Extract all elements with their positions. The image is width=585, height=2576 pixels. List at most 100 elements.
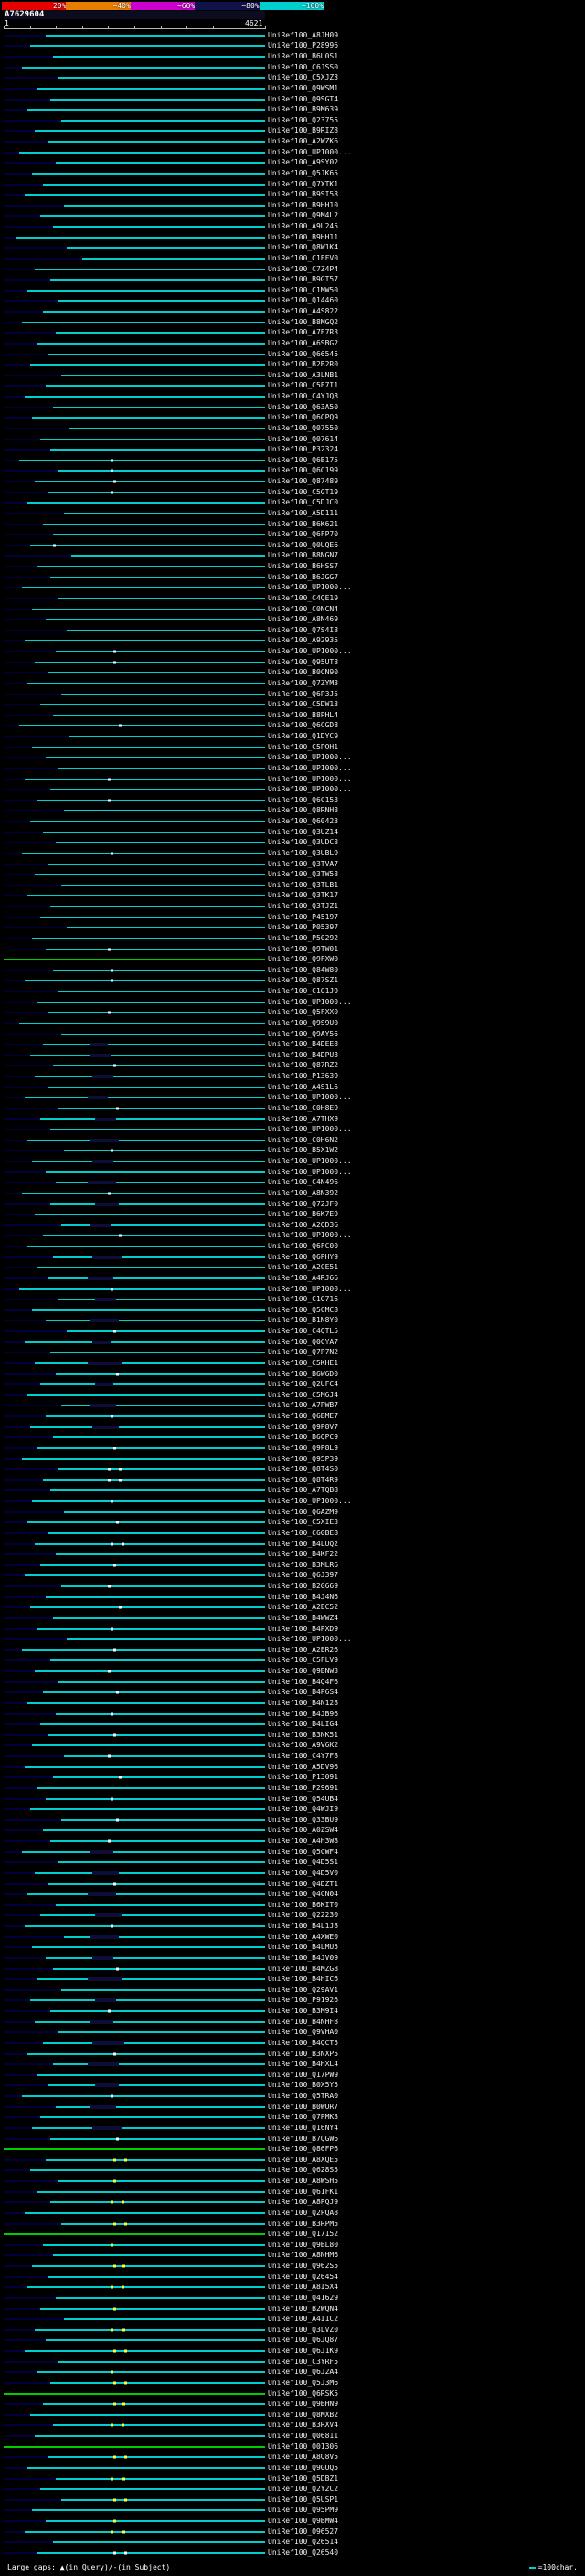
hit-label[interactable]: UniRef100_Q5FXX0 bbox=[268, 1008, 338, 1017]
alignment-track[interactable] bbox=[4, 2134, 265, 2145]
alignment-track[interactable] bbox=[4, 1613, 265, 1624]
hit-label[interactable]: UniRef100_Q7P7N2 bbox=[268, 1348, 338, 1357]
alignment-track[interactable] bbox=[4, 2484, 265, 2495]
hit-label[interactable]: UniRef100_B3NK51 bbox=[268, 1731, 338, 1740]
hit-label[interactable]: UniRef100_B7QGW6 bbox=[268, 2135, 338, 2144]
hit-label[interactable]: UniRef100_B0CN90 bbox=[268, 668, 338, 677]
hit-label[interactable]: UniRef100_B0X5Y5 bbox=[268, 2081, 338, 2090]
alignment-track[interactable] bbox=[4, 296, 265, 307]
alignment-track[interactable] bbox=[4, 774, 265, 785]
alignment-track[interactable] bbox=[4, 1379, 265, 1390]
hit-label[interactable]: UniRef100_C5E7I1 bbox=[268, 381, 338, 390]
hit-label[interactable]: UniRef100_Q0UQE6 bbox=[268, 541, 338, 550]
hit-label[interactable]: UniRef100_Q9SGT4 bbox=[268, 95, 338, 104]
hit-label[interactable]: UniRef100_P91926 bbox=[268, 1996, 338, 2005]
hit-label[interactable]: UniRef100_Q7XTK1 bbox=[268, 180, 338, 189]
hit-label[interactable]: UniRef100_A5DV96 bbox=[268, 1763, 338, 1772]
hit-label[interactable]: UniRef100_Q17152 bbox=[268, 2230, 338, 2239]
hit-label[interactable]: UniRef100_UP1000... bbox=[268, 1285, 352, 1294]
hit-label[interactable]: UniRef100_A2CE51 bbox=[268, 1263, 338, 1272]
alignment-track[interactable] bbox=[4, 434, 265, 445]
hit-label[interactable]: UniRef100_P50292 bbox=[268, 934, 338, 943]
alignment-track[interactable] bbox=[4, 1103, 265, 1114]
hit-label[interactable]: UniRef100_Q7PMK3 bbox=[268, 2113, 338, 2122]
alignment-track[interactable] bbox=[4, 540, 265, 551]
alignment-track[interactable] bbox=[4, 965, 265, 976]
hit-label[interactable]: UniRef100_A6SBG2 bbox=[268, 339, 338, 348]
alignment-track[interactable] bbox=[4, 1719, 265, 1730]
hit-label[interactable]: UniRef100_Q07550 bbox=[268, 424, 338, 433]
alignment-track[interactable] bbox=[4, 62, 265, 73]
hit-label[interactable]: UniRef100_Q9AY56 bbox=[268, 1030, 338, 1039]
alignment-track[interactable] bbox=[4, 1422, 265, 1433]
alignment-track[interactable] bbox=[4, 2038, 265, 2049]
hit-label[interactable]: UniRef100_A0ZSW4 bbox=[268, 1826, 338, 1835]
hit-label[interactable]: UniRef100_B8MGQ2 bbox=[268, 318, 338, 327]
hit-label[interactable]: UniRef100_UP1000... bbox=[268, 1157, 352, 1166]
alignment-track[interactable] bbox=[4, 1220, 265, 1231]
hit-label[interactable]: UniRef100_B6QPC9 bbox=[268, 1433, 338, 1442]
alignment-track[interactable] bbox=[4, 1231, 265, 1242]
hit-label[interactable]: UniRef100_Q9BHN9 bbox=[268, 2400, 338, 2409]
alignment-track[interactable] bbox=[4, 1284, 265, 1295]
hit-label[interactable]: UniRef100_Q06811 bbox=[268, 2432, 338, 2441]
hit-label[interactable]: UniRef100_Q5CWF4 bbox=[268, 1848, 338, 1857]
alignment-track[interactable] bbox=[4, 306, 265, 317]
alignment-track[interactable] bbox=[4, 1900, 265, 1911]
hit-label[interactable]: UniRef100_UP1000... bbox=[268, 1497, 352, 1506]
alignment-track[interactable] bbox=[4, 583, 265, 594]
hit-label[interactable]: UniRef100_UP1000... bbox=[268, 583, 352, 592]
hit-label[interactable]: UniRef100_B3RPM5 bbox=[268, 2220, 338, 2229]
hit-label[interactable]: UniRef100_Q3TK17 bbox=[268, 891, 338, 900]
alignment-track[interactable] bbox=[4, 1454, 265, 1465]
hit-label[interactable]: UniRef100_B4WWZ4 bbox=[268, 1614, 338, 1623]
alignment-track[interactable] bbox=[4, 1932, 265, 1943]
alignment-track[interactable] bbox=[4, 2017, 265, 2028]
hit-label[interactable]: UniRef100_B4QCT5 bbox=[268, 2039, 338, 2048]
hit-label[interactable]: UniRef100_B4Q4F6 bbox=[268, 1678, 338, 1687]
alignment-track[interactable] bbox=[4, 1443, 265, 1454]
hit-label[interactable]: UniRef100_Q9BL80 bbox=[268, 2241, 338, 2250]
alignment-track[interactable] bbox=[4, 1549, 265, 1560]
alignment-track[interactable] bbox=[4, 370, 265, 381]
hit-label[interactable]: UniRef100_Q16NY4 bbox=[268, 2124, 338, 2133]
hit-label[interactable]: UniRef100_A3LNB1 bbox=[268, 371, 338, 380]
alignment-track[interactable] bbox=[4, 1826, 265, 1837]
hit-label[interactable]: UniRef100_A4XWE0 bbox=[268, 1933, 338, 1942]
alignment-track[interactable] bbox=[4, 1634, 265, 1645]
alignment-track[interactable] bbox=[4, 2208, 265, 2219]
hit-label[interactable]: UniRef100_O01306 bbox=[268, 2443, 338, 2452]
hit-label[interactable]: UniRef100_A8Q8V5 bbox=[268, 2453, 338, 2462]
hit-label[interactable]: UniRef100_Q6BME7 bbox=[268, 1412, 338, 1421]
alignment-track[interactable] bbox=[4, 848, 265, 859]
alignment-track[interactable] bbox=[4, 721, 265, 732]
hit-label[interactable]: UniRef100_UP1000... bbox=[268, 785, 352, 794]
hit-label[interactable]: UniRef100_Q26454 bbox=[268, 2273, 338, 2282]
hit-label[interactable]: UniRef100_Q95PM9 bbox=[268, 2506, 338, 2515]
hit-label[interactable]: UniRef100_UP1000... bbox=[268, 148, 352, 157]
hit-label[interactable]: UniRef100_P29691 bbox=[268, 1784, 338, 1793]
hit-label[interactable]: UniRef100_Q6J397 bbox=[268, 1571, 338, 1580]
alignment-track[interactable] bbox=[4, 1656, 265, 1667]
hit-label[interactable]: UniRef100_B5X1W2 bbox=[268, 1146, 338, 1155]
alignment-track[interactable] bbox=[4, 731, 265, 742]
alignment-track[interactable] bbox=[4, 476, 265, 487]
hit-label[interactable]: UniRef100_UP1000... bbox=[268, 998, 352, 1007]
alignment-track[interactable] bbox=[4, 1953, 265, 1964]
alignment-track[interactable] bbox=[4, 2070, 265, 2081]
alignment-track[interactable] bbox=[4, 657, 265, 668]
alignment-track[interactable] bbox=[4, 1475, 265, 1486]
alignment-track[interactable] bbox=[4, 2219, 265, 2230]
hit-label[interactable]: UniRef100_B4LIG4 bbox=[268, 1720, 338, 1729]
alignment-track[interactable] bbox=[4, 1677, 265, 1688]
hit-label[interactable]: UniRef100_Q87SZ1 bbox=[268, 976, 338, 985]
alignment-track[interactable] bbox=[4, 2187, 265, 2198]
hit-label[interactable]: UniRef100_B4P6S4 bbox=[268, 1688, 338, 1697]
hit-label[interactable]: UniRef100_Q7ZYM3 bbox=[268, 679, 338, 688]
hit-label[interactable]: UniRef100_B3MLR6 bbox=[268, 1561, 338, 1570]
alignment-track[interactable] bbox=[4, 381, 265, 392]
alignment-track[interactable] bbox=[4, 2463, 265, 2474]
hit-label[interactable]: UniRef100_Q9P8L9 bbox=[268, 1444, 338, 1453]
hit-label[interactable]: UniRef100_Q9M4L2 bbox=[268, 211, 338, 220]
alignment-track[interactable] bbox=[4, 1847, 265, 1858]
